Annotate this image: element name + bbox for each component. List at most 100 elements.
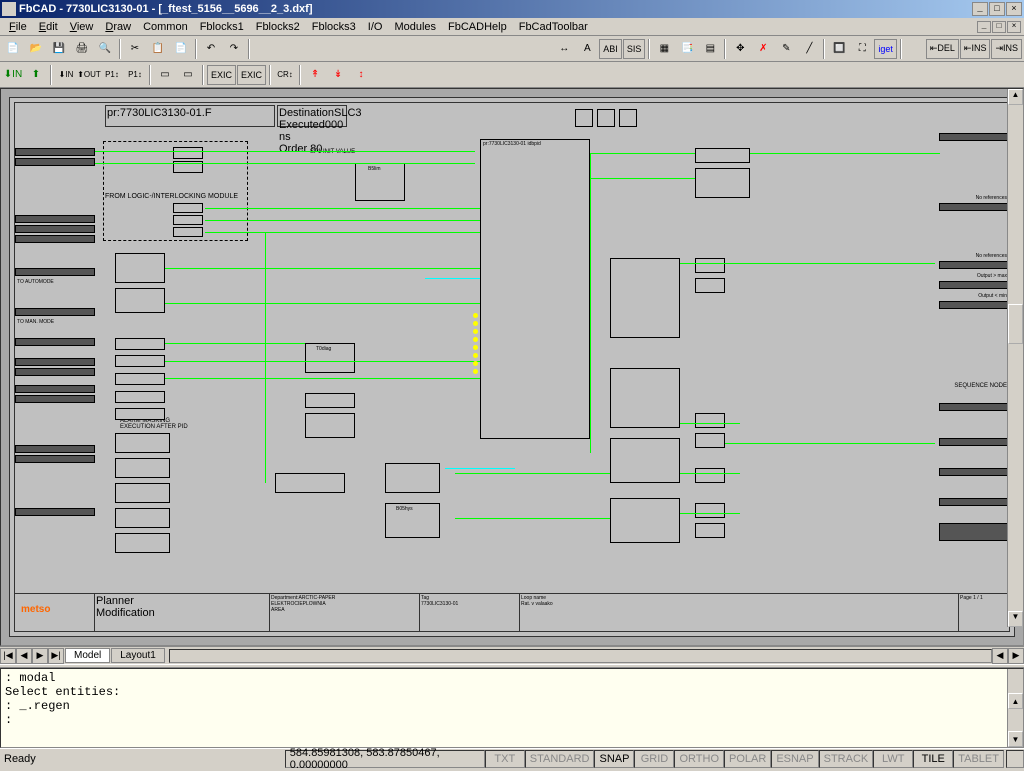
fblock-l5 bbox=[115, 373, 165, 385]
arrow-up-button[interactable]: ↟ bbox=[304, 64, 326, 86]
mid-block-1 bbox=[305, 393, 355, 408]
arrow-down-button[interactable]: ↡ bbox=[327, 64, 349, 86]
rect-button[interactable]: ▭ bbox=[154, 64, 176, 86]
status-tablet[interactable]: TABLET bbox=[953, 750, 1004, 768]
status-txt[interactable]: TXT bbox=[485, 750, 525, 768]
cr-button[interactable]: CR↕ bbox=[274, 64, 296, 86]
menu-common[interactable]: Common bbox=[137, 20, 194, 34]
status-resize-grip[interactable] bbox=[1006, 750, 1024, 768]
ins-button[interactable]: ⇤INS bbox=[960, 39, 991, 59]
status-snap[interactable]: SNAP bbox=[594, 750, 634, 768]
tab-nav-next[interactable]: ▶ bbox=[32, 648, 48, 664]
ins2-button[interactable]: ⇥INS bbox=[991, 39, 1022, 59]
undo-button[interactable]: ↶ bbox=[200, 38, 222, 60]
p1-button[interactable]: P1↕ bbox=[101, 64, 123, 86]
in-button[interactable]: ⬇IN bbox=[2, 64, 24, 86]
tab-layout1[interactable]: Layout1 bbox=[111, 648, 165, 663]
menu-fbcadhelp[interactable]: FbCADHelp bbox=[442, 20, 513, 34]
rect2-button[interactable]: ▭ bbox=[177, 64, 199, 86]
text-button[interactable]: A bbox=[576, 38, 598, 60]
input-tag-12 bbox=[15, 395, 95, 403]
tab-nav-last[interactable]: ▶| bbox=[48, 648, 64, 664]
close-button[interactable]: × bbox=[1006, 2, 1022, 16]
vertical-scrollbar[interactable]: ▲ ▼ bbox=[1007, 89, 1023, 627]
dim-button[interactable]: ↔ bbox=[553, 38, 575, 60]
cmd-scroll-down[interactable]: ▼ bbox=[1008, 731, 1023, 747]
pid-icon-1 bbox=[575, 109, 593, 127]
pencil-button[interactable]: ✎ bbox=[775, 38, 797, 60]
exic1-button[interactable]: EXIC bbox=[207, 65, 236, 85]
copy-button[interactable]: 📋 bbox=[147, 38, 169, 60]
menu-fbcadtoolbar[interactable]: FbCadToolbar bbox=[513, 20, 594, 34]
paste-button[interactable]: 📄 bbox=[170, 38, 192, 60]
menu-edit[interactable]: Edit bbox=[33, 20, 64, 34]
menu-file[interactable]: File bbox=[3, 20, 33, 34]
input-tag-1 bbox=[15, 148, 95, 156]
input-tag-13 bbox=[15, 445, 95, 453]
status-strack[interactable]: STRACK bbox=[819, 750, 874, 768]
tab-model[interactable]: Model bbox=[65, 648, 110, 663]
menu-fblocks3[interactable]: Fblocks3 bbox=[306, 20, 362, 34]
status-esnap[interactable]: ESNAP bbox=[771, 750, 818, 768]
copy2-button[interactable]: 📑 bbox=[676, 38, 698, 60]
p1b-button[interactable]: P1↕ bbox=[124, 64, 146, 86]
doc-minimize-button[interactable]: _ bbox=[977, 21, 991, 33]
output-tag-5 bbox=[939, 301, 1009, 309]
save-button[interactable]: 💾 bbox=[48, 38, 70, 60]
menu-io[interactable]: I/O bbox=[362, 20, 389, 34]
menu-view[interactable]: View bbox=[64, 20, 100, 34]
mid-block-2 bbox=[305, 413, 355, 438]
status-grid[interactable]: GRID bbox=[634, 750, 674, 768]
minimize-button[interactable]: _ bbox=[972, 2, 988, 16]
move-button[interactable]: ✥ bbox=[729, 38, 751, 60]
out2-button[interactable]: ⬆OUT bbox=[78, 64, 100, 86]
fblock-l12 bbox=[115, 533, 170, 553]
line-button[interactable]: ╱ bbox=[798, 38, 820, 60]
in2-button[interactable]: ⬇IN bbox=[55, 64, 77, 86]
doc-restore-button[interactable]: □ bbox=[992, 21, 1006, 33]
print-button[interactable]: 🖨 bbox=[71, 38, 93, 60]
outmin-label: Output < min bbox=[978, 293, 1007, 299]
sis-button[interactable]: SIS bbox=[623, 39, 646, 59]
layer-button[interactable]: ▦ bbox=[653, 38, 675, 60]
drawing-canvas[interactable]: pr:7730LIC3130-01.F DestinationSLC3Execu… bbox=[0, 88, 1024, 646]
out-button[interactable]: ⬆ bbox=[25, 64, 47, 86]
status-standard[interactable]: STANDARD bbox=[525, 750, 595, 768]
status-ortho[interactable]: ORTHO bbox=[674, 750, 724, 768]
menu-draw[interactable]: Draw bbox=[99, 20, 137, 34]
tab-nav-prev[interactable]: ◀ bbox=[16, 648, 32, 664]
abi-button[interactable]: ABI bbox=[599, 39, 622, 59]
command-line[interactable]: : modal Select entities: : _.regen : ▲ ▼ bbox=[0, 668, 1024, 748]
redo-button[interactable]: ↷ bbox=[223, 38, 245, 60]
new-button[interactable]: 📄 bbox=[2, 38, 24, 60]
hscroll-left[interactable]: ◀ bbox=[992, 648, 1008, 664]
input-tag-14 bbox=[15, 455, 95, 463]
menu-fblocks2[interactable]: Fblocks2 bbox=[250, 20, 306, 34]
arrow-both-button[interactable]: ↕ bbox=[350, 64, 372, 86]
cmd-scroll-up[interactable]: ▲ bbox=[1008, 693, 1023, 709]
print-preview-button[interactable]: 🔍 bbox=[94, 38, 116, 60]
tab-nav-first[interactable]: |◀ bbox=[0, 648, 16, 664]
status-lwt[interactable]: LWT bbox=[873, 750, 913, 768]
menu-modules[interactable]: Modules bbox=[388, 20, 442, 34]
exic2-button[interactable]: EXIC bbox=[237, 65, 266, 85]
cmd-scrollbar[interactable]: ▲ ▼ bbox=[1007, 669, 1023, 747]
erase-button[interactable]: ✗ bbox=[752, 38, 774, 60]
cut-button[interactable]: ✂ bbox=[124, 38, 146, 60]
iget-button[interactable]: iget bbox=[874, 39, 897, 59]
metso-logo: metso bbox=[21, 604, 50, 615]
status-polar[interactable]: POLAR bbox=[724, 750, 771, 768]
status-tile[interactable]: TILE bbox=[913, 750, 953, 768]
zoom-extents-button[interactable]: ⛶ bbox=[851, 38, 873, 60]
horizontal-scrollbar[interactable] bbox=[169, 649, 992, 663]
hscroll-right[interactable]: ▶ bbox=[1008, 648, 1024, 664]
open-button[interactable]: 📂 bbox=[25, 38, 47, 60]
mid-block-4 bbox=[275, 473, 345, 493]
restore-button[interactable]: □ bbox=[989, 2, 1005, 16]
del-button[interactable]: ⇤DEL bbox=[926, 39, 959, 59]
props-button[interactable]: ▤ bbox=[699, 38, 721, 60]
menu-fblocks1[interactable]: Fblocks1 bbox=[194, 20, 250, 34]
label-manmode: TO MAN. MODE bbox=[17, 319, 54, 325]
doc-close-button[interactable]: × bbox=[1007, 21, 1021, 33]
zoom-window-button[interactable]: 🔲 bbox=[828, 38, 850, 60]
